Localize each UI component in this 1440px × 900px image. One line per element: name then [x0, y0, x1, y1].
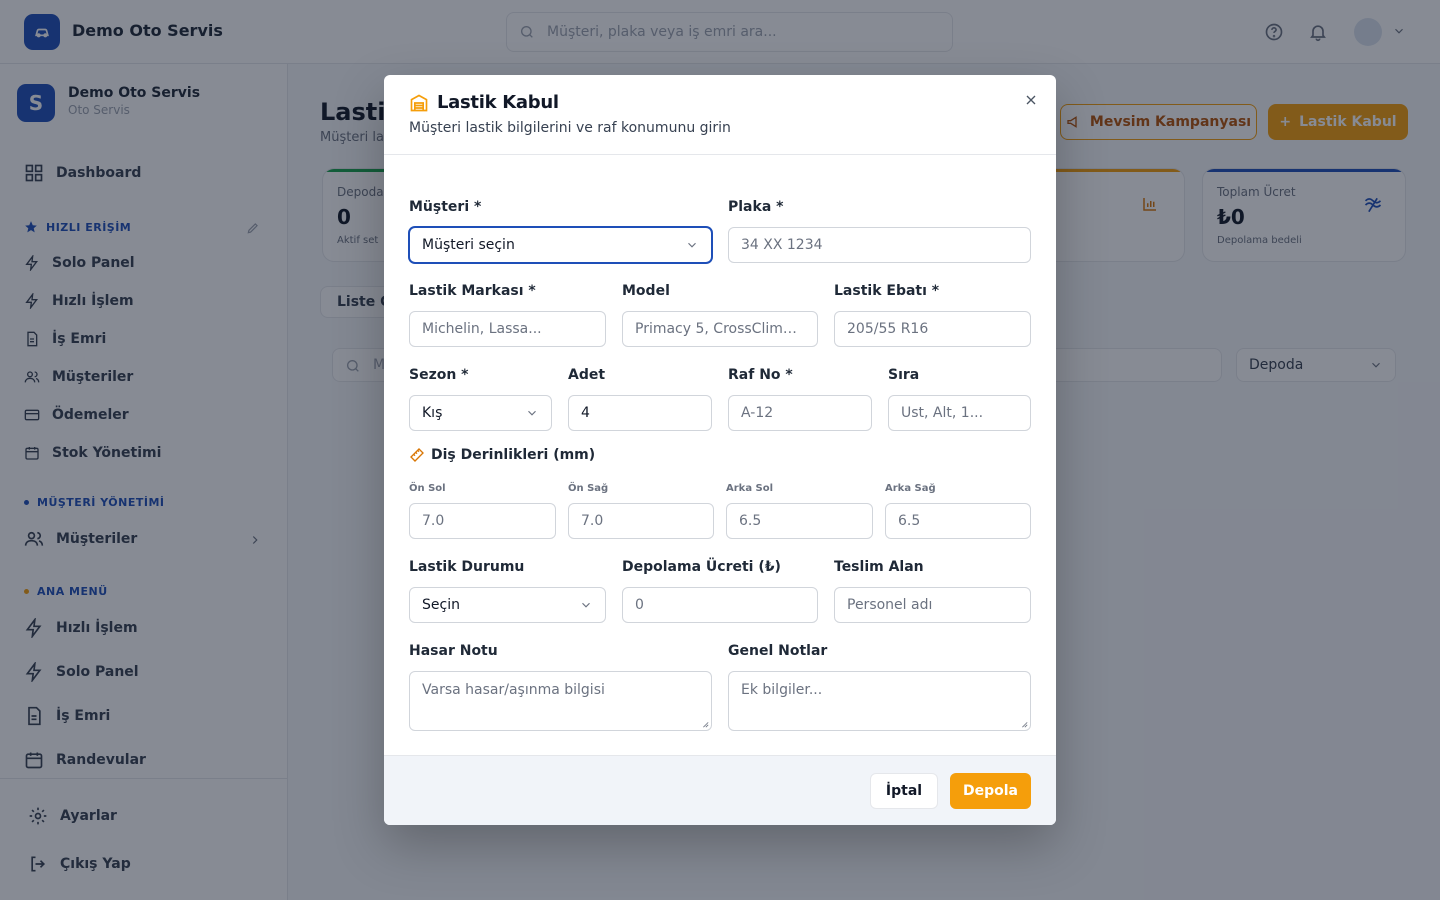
rear-right-placeholder: 6.5: [898, 513, 921, 529]
shelf-label: Raf No *: [728, 367, 793, 383]
receiver-label: Teslim Alan: [834, 559, 924, 575]
condition-label: Lastik Durumu: [409, 559, 525, 575]
quantity-input[interactable]: 4: [568, 395, 712, 431]
quantity-value: 4: [581, 405, 590, 421]
close-icon[interactable]: [1023, 92, 1039, 108]
model-input[interactable]: Primacy 5, CrossClimate...: [622, 311, 818, 347]
general-notes-placeholder: Ek bilgiler...: [741, 682, 823, 698]
rear-left-label: Arka Sol: [726, 483, 774, 494]
tire-accept-modal: Lastik Kabul Müşteri lastik bilgilerini …: [384, 75, 1056, 825]
chevron-down-icon: [582, 602, 590, 608]
general-notes-label: Genel Notlar: [728, 643, 828, 659]
row-placeholder: Üst, Alt, 1...: [901, 405, 984, 421]
season-label: Sezon *: [409, 367, 469, 383]
shelf-input[interactable]: A-12: [728, 395, 872, 431]
store-button[interactable]: Depola: [950, 773, 1031, 809]
season-select-value: Kış: [422, 405, 443, 421]
brand-input[interactable]: Michelin, Lassa...: [409, 311, 606, 347]
brand-placeholder: Michelin, Lassa...: [422, 321, 542, 337]
damage-note-label: Hasar Notu: [409, 643, 498, 659]
quantity-label: Adet: [568, 367, 606, 383]
resize-handle-icon[interactable]: [1020, 720, 1028, 728]
receiver-placeholder: Personel adı: [847, 597, 933, 613]
model-placeholder: Primacy 5, CrossClimate...: [635, 321, 805, 337]
modal-header: Lastik Kabul Müşteri lastik bilgilerini …: [384, 75, 1056, 155]
cancel-button[interactable]: İptal: [870, 773, 938, 809]
row-input[interactable]: Üst, Alt, 1...: [888, 395, 1031, 431]
warehouse-icon: [410, 94, 428, 112]
ruler-icon: [410, 448, 424, 462]
chevron-down-icon: [688, 242, 696, 248]
front-right-input[interactable]: 7.0: [568, 503, 714, 539]
storage-fee-input[interactable]: 0: [622, 587, 818, 623]
rear-left-placeholder: 6.5: [739, 513, 762, 529]
rear-right-input[interactable]: 6.5: [885, 503, 1031, 539]
modal-subtitle: Müşteri lastik bilgilerini ve raf konumu…: [409, 120, 731, 136]
damage-note-textarea[interactable]: Varsa hasar/aşınma bilgisi: [409, 671, 712, 731]
storage-fee-placeholder: 0: [635, 597, 644, 613]
resize-handle-icon[interactable]: [701, 720, 709, 728]
customer-label: Müşteri *: [409, 199, 482, 215]
model-label: Model: [622, 283, 670, 299]
front-right-label: Ön Sağ: [568, 483, 609, 494]
rear-left-input[interactable]: 6.5: [726, 503, 873, 539]
modal-title: Lastik Kabul: [437, 92, 559, 113]
tread-depth-section: Diş Derinlikleri (mm): [409, 447, 595, 463]
tread-depth-title: Diş Derinlikleri (mm): [431, 447, 596, 463]
condition-select[interactable]: Seçin: [409, 587, 606, 623]
front-left-placeholder: 7.0: [422, 513, 445, 529]
season-select[interactable]: Kış: [409, 395, 552, 431]
modal-footer: İptal Depola: [384, 755, 1056, 825]
shelf-placeholder: A-12: [741, 405, 774, 421]
row-label: Sıra: [888, 367, 920, 383]
general-notes-textarea[interactable]: Ek bilgiler...: [728, 671, 1031, 731]
size-placeholder: 205/55 R16: [847, 321, 929, 337]
front-left-label: Ön Sol: [409, 483, 446, 494]
front-left-input[interactable]: 7.0: [409, 503, 556, 539]
receiver-input[interactable]: Personel adı: [834, 587, 1031, 623]
front-right-placeholder: 7.0: [581, 513, 604, 529]
plate-label: Plaka *: [728, 199, 784, 215]
storage-fee-label: Depolama Ücreti (₺): [622, 559, 781, 575]
brand-label: Lastik Markası *: [409, 283, 536, 299]
size-input[interactable]: 205/55 R16: [834, 311, 1031, 347]
plate-input[interactable]: 34 XX 1234: [728, 227, 1031, 263]
chevron-down-icon: [528, 410, 536, 416]
customer-select-value: Müşteri seçin: [422, 237, 515, 253]
customer-select[interactable]: Müşteri seçin: [409, 227, 712, 263]
condition-select-value: Seçin: [422, 597, 460, 613]
plate-placeholder: 34 XX 1234: [741, 237, 823, 253]
rear-right-label: Arka Sağ: [885, 483, 936, 494]
damage-note-placeholder: Varsa hasar/aşınma bilgisi: [422, 682, 605, 698]
size-label: Lastik Ebatı *: [834, 283, 940, 299]
